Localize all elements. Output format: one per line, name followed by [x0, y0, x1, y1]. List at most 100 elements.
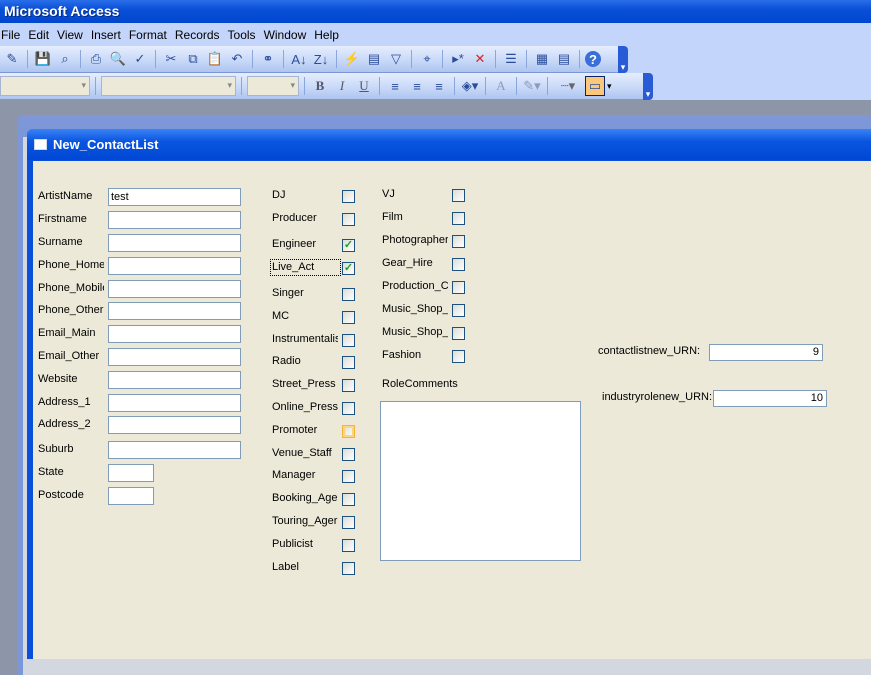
save-icon[interactable]: 💾: [33, 49, 53, 69]
bold-button[interactable]: B: [310, 76, 330, 96]
role-label: Radio: [272, 355, 301, 367]
align-left-icon[interactable]: ≡: [385, 76, 405, 96]
align-right-icon[interactable]: ≡: [429, 76, 449, 96]
menu-records[interactable]: Records: [175, 28, 228, 42]
checkbox-instrumentalis[interactable]: [342, 334, 355, 347]
checkbox-promoter[interactable]: [342, 425, 355, 438]
website-input[interactable]: [108, 371, 241, 389]
paste-icon[interactable]: 📋: [205, 49, 225, 69]
role-comments-label: RoleComments: [382, 378, 458, 390]
menu-tools[interactable]: Tools: [228, 28, 264, 42]
formatting-toolbar: B I U ≡ ≡ ≡ ◈▾ A ✎▾ ┈▾ ▭ ▾ ▾: [0, 72, 653, 100]
hyperlink-icon[interactable]: ⚭: [258, 49, 278, 69]
role-comments-textarea[interactable]: [380, 401, 581, 561]
firstname-input[interactable]: [108, 211, 241, 229]
menu-window[interactable]: Window: [264, 28, 315, 42]
suburb-input[interactable]: [108, 441, 241, 459]
database-window-icon[interactable]: ▦: [532, 49, 552, 69]
delete-record-icon[interactable]: ✕: [470, 49, 490, 69]
surname-input[interactable]: [108, 234, 241, 252]
app-title-bar: Microsoft Access: [0, 0, 871, 23]
checkbox-music-shop-[interactable]: [452, 327, 465, 340]
checkbox-photographer[interactable]: [452, 235, 465, 248]
italic-button[interactable]: I: [332, 76, 352, 96]
toolbar-options-icon[interactable]: ▾: [618, 45, 628, 73]
print-icon[interactable]: ⎙: [86, 49, 106, 69]
design-view-icon[interactable]: ✎: [2, 49, 22, 69]
align-center-icon[interactable]: ≡: [407, 76, 427, 96]
menu-view[interactable]: View: [57, 28, 91, 42]
checkbox-radio[interactable]: [342, 356, 355, 369]
address-1-input[interactable]: [108, 394, 241, 412]
filter-by-form-icon[interactable]: ▤: [364, 49, 384, 69]
checkbox-manager[interactable]: [342, 470, 355, 483]
address-2-input[interactable]: [108, 416, 241, 434]
phone-other-input[interactable]: [108, 302, 241, 320]
new-object-icon[interactable]: ▤: [554, 49, 574, 69]
object-combo[interactable]: [0, 76, 90, 96]
email-other-input[interactable]: [108, 348, 241, 366]
postcode-input[interactable]: [108, 487, 154, 505]
checkbox-live-act[interactable]: ✓: [342, 262, 355, 275]
checkbox-vj[interactable]: [452, 189, 465, 202]
apply-filter-icon[interactable]: ▽: [386, 49, 406, 69]
checkbox-engineer[interactable]: ✓: [342, 239, 355, 252]
checkbox-publicist[interactable]: [342, 539, 355, 552]
find-icon[interactable]: ⌖: [417, 49, 437, 69]
line-color-icon[interactable]: ✎▾: [522, 76, 542, 96]
sort-ascending-icon[interactable]: A↓: [289, 49, 309, 69]
checkbox-touring-ager[interactable]: [342, 516, 355, 529]
spelling-icon[interactable]: ✓: [130, 49, 150, 69]
checkbox-online-press[interactable]: [342, 402, 355, 415]
checkbox-label[interactable]: [342, 562, 355, 575]
menu-help[interactable]: Help: [314, 28, 347, 42]
underline-button[interactable]: U: [354, 76, 374, 96]
menu-edit[interactable]: Edit: [28, 28, 57, 42]
chevron-down-icon[interactable]: ▾: [607, 81, 612, 92]
checkbox-music-shop-[interactable]: [452, 304, 465, 317]
separator: [27, 50, 28, 68]
toolbar-options-icon[interactable]: ▾: [643, 72, 653, 100]
print-preview-icon[interactable]: 🔍: [108, 49, 128, 69]
sort-descending-icon[interactable]: Z↓: [311, 49, 331, 69]
checkbox-booking-age[interactable]: [342, 493, 355, 506]
special-effect-icon[interactable]: ▭: [585, 76, 605, 96]
copy-icon[interactable]: ⧉: [183, 49, 203, 69]
phone-home-input[interactable]: [108, 257, 241, 275]
contactlist-urn-input[interactable]: 9: [709, 344, 823, 361]
help-icon[interactable]: ?: [585, 51, 601, 67]
properties-icon[interactable]: ☰: [501, 49, 521, 69]
font-size-combo[interactable]: [247, 76, 299, 96]
menu-format[interactable]: Format: [129, 28, 175, 42]
filter-by-selection-icon[interactable]: ⚡: [342, 49, 362, 69]
checkbox-singer[interactable]: [342, 288, 355, 301]
font-color-button[interactable]: A: [491, 76, 511, 96]
role-label: Street_Press: [272, 378, 336, 390]
email-main-input[interactable]: [108, 325, 241, 343]
checkbox-mc[interactable]: [342, 311, 355, 324]
file-search-icon[interactable]: ⌕: [55, 49, 75, 69]
menu-file[interactable]: File: [1, 28, 28, 42]
menu-insert[interactable]: Insert: [91, 28, 129, 42]
checkbox-production-c[interactable]: [452, 281, 465, 294]
separator: [411, 50, 412, 68]
new-record-icon[interactable]: ▸*: [448, 49, 468, 69]
checkbox-street-press[interactable]: [342, 379, 355, 392]
checkbox-dj[interactable]: [342, 190, 355, 203]
phone-mobile-input[interactable]: [108, 280, 241, 298]
artistname-input[interactable]: test: [108, 188, 241, 206]
separator: [547, 77, 548, 95]
border-style-icon[interactable]: ┈▾: [553, 76, 583, 96]
undo-icon[interactable]: ↶: [227, 49, 247, 69]
state-input[interactable]: [108, 464, 154, 482]
checkbox-producer[interactable]: [342, 213, 355, 226]
separator: [283, 50, 284, 68]
fill-color-icon[interactable]: ◈▾: [460, 76, 480, 96]
checkbox-fashion[interactable]: [452, 350, 465, 363]
checkbox-venue-staff[interactable]: [342, 448, 355, 461]
cut-icon[interactable]: ✂: [161, 49, 181, 69]
industryrole-urn-input[interactable]: 10: [713, 390, 827, 407]
checkbox-gear-hire[interactable]: [452, 258, 465, 271]
checkbox-film[interactable]: [452, 212, 465, 225]
font-name-combo[interactable]: [101, 76, 236, 96]
